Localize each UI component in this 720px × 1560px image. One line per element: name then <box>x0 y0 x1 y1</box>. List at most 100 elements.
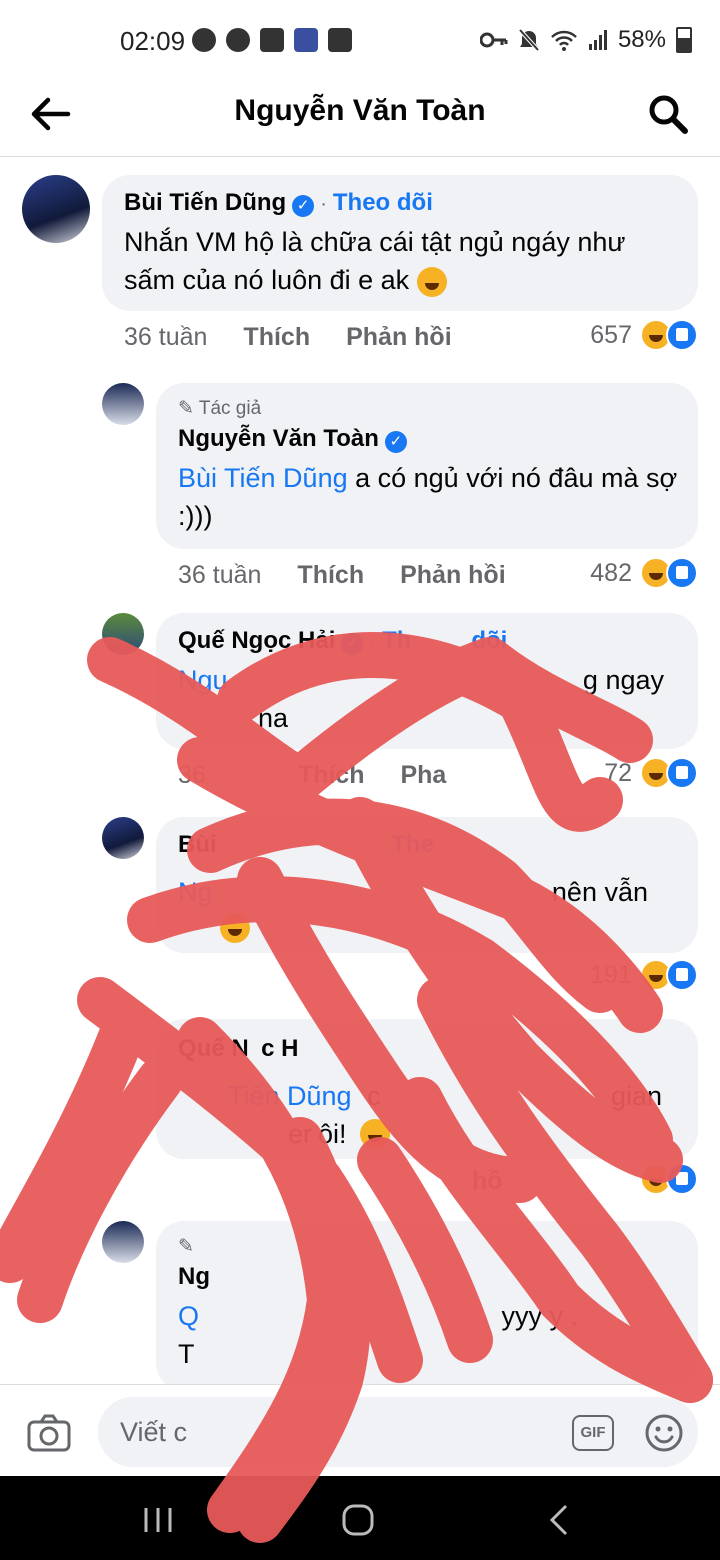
comment-text: Bùi Tiến Dũng a có ngủ với nó đâu mà sợ … <box>178 459 678 535</box>
author-tag: ✎ <box>178 1235 194 1258</box>
author-tag: ✎ Tác giả <box>178 397 261 420</box>
comment-actions: hồ <box>472 1167 503 1196</box>
notification-icon <box>192 28 216 52</box>
like-reaction-icon <box>666 1163 698 1195</box>
comment-reply: ✎ Tác giả Nguyễn Văn Toàn ✓ Bùi Tiến Dũng… <box>0 367 720 607</box>
like-button[interactable]: Thích <box>297 561 364 590</box>
recent-apps-icon[interactable] <box>140 1502 176 1538</box>
reply-button[interactable]: Phản hồi <box>346 323 452 352</box>
comment-list: Bùi Tiến Dũng ✓ · Theo dõi Nhắn VM hộ là ch… <box>0 157 720 1384</box>
comment-bubble: Bùi The Ng nên vẫn <box>156 817 698 953</box>
verified-badge-icon: ✓ <box>292 194 315 217</box>
comment-reply: Quế Ngọc Hải ✓ · Th dõi Ngu g ngay na 36 Thí… <box>0 607 720 807</box>
reaction-count: 657 <box>590 320 632 349</box>
like-reaction-icon <box>666 959 698 991</box>
laughing-emoji-icon <box>416 266 447 297</box>
notification-icon <box>260 28 284 52</box>
image-icon <box>328 28 352 52</box>
status-bar: 02:09 58% <box>0 0 720 80</box>
follow-button[interactable]: Th <box>382 627 411 654</box>
reaction-summary[interactable]: 482 <box>590 557 698 589</box>
comment-bubble: Bùi Tiến Dũng ✓ · Theo dõi Nhắn VM hộ là ch… <box>102 175 698 311</box>
follow-button[interactable]: Theo dõi <box>333 189 433 216</box>
comment-actions: 36 Thích Pha <box>178 761 446 790</box>
app-bar: Nguyễn Văn Toàn <box>0 80 720 157</box>
comment-text-line2b: ôi! <box>318 1119 347 1149</box>
camera-icon[interactable] <box>26 1413 72 1453</box>
home-icon[interactable] <box>340 1502 376 1538</box>
system-icons: 58% <box>479 26 692 54</box>
mention-link[interactable]: Ng <box>178 877 213 907</box>
notification-icon <box>226 28 250 52</box>
comment-reply: Bùi The Ng nên vẫn 191 <box>0 807 720 1007</box>
like-button[interactable]: Thích <box>243 323 310 352</box>
verified-badge-icon: ✓ <box>341 632 364 655</box>
commenter-name[interactable]: Bùi Tiến Dũng <box>124 189 286 216</box>
commenter-name[interactable]: Bùi <box>178 831 217 858</box>
comment-text: Q yyy y . T <box>178 1297 678 1377</box>
mention-link[interactable]: Q <box>178 1301 199 1331</box>
comment-text-line2: na <box>258 703 289 733</box>
comment-time: 36 <box>178 761 206 789</box>
commenter-name[interactable]: Quế N <box>178 1035 249 1062</box>
comment-bubble: ✎ Ng Q yyy y . T <box>156 1221 698 1384</box>
reaction-summary[interactable]: 657 <box>590 319 698 351</box>
commenter-name[interactable]: Quế Ngọc Hải <box>178 627 335 654</box>
commenter-name-tail: c H <box>261 1035 299 1062</box>
avatar[interactable] <box>102 817 144 859</box>
notification-icons <box>192 28 352 52</box>
system-nav-bar <box>0 1476 720 1560</box>
comment-actions: 36 tuần Thích Phản hồi <box>124 323 452 352</box>
comment-time: 36 tuần <box>178 561 262 589</box>
like-reaction-icon <box>666 319 698 351</box>
reply-button[interactable]: Pha <box>400 761 446 790</box>
battery-icon <box>676 27 692 53</box>
page-title: Nguyễn Văn Toàn <box>234 94 486 127</box>
verified-badge-icon: ✓ <box>384 430 407 453</box>
comment-text-end: nên vẫn <box>551 877 648 907</box>
reaction-count: 191 <box>590 960 632 989</box>
battery-percent: 58% <box>617 26 666 53</box>
author-tag-label: Tác giả <box>198 398 262 419</box>
comment-text: Ngu g ngay na <box>178 661 678 741</box>
comment-text: Tiến Dũng c gian er ôi! <box>178 1077 678 1157</box>
search-icon[interactable] <box>646 92 690 136</box>
reply-button[interactable]: Phản hồi <box>400 561 506 590</box>
reply-button[interactable]: hồ <box>472 1167 503 1196</box>
mute-icon <box>518 28 540 52</box>
pencil-icon: ✎ <box>178 1236 194 1257</box>
emoji-picker-icon[interactable] <box>644 1413 684 1453</box>
reaction-count: 72 <box>604 758 632 787</box>
avatar[interactable] <box>22 175 90 243</box>
reaction-summary[interactable] <box>640 1163 698 1195</box>
comment-reply: ✎ Ng Q yyy y . T <box>0 1207 720 1384</box>
comment-composer: GIF <box>0 1384 720 1477</box>
wifi-icon <box>551 30 577 51</box>
commenter-name[interactable]: Ng <box>178 1263 210 1290</box>
follow-button[interactable]: The <box>391 831 434 858</box>
gif-button[interactable]: GIF <box>572 1415 614 1451</box>
comment-text-content: Nhắn VM hộ là chữa cái tật ngủ ngáy như … <box>124 227 626 295</box>
notification-icon <box>294 28 318 52</box>
comment-bubble: Quế Ngọc Hải ✓ · Th dõi Ngu g ngay na <box>156 613 698 749</box>
like-button[interactable]: Thích <box>298 761 365 790</box>
mention-link[interactable]: Bùi Tiến Dũng <box>178 463 348 493</box>
commenter-name[interactable]: Nguyễn Văn Toàn <box>178 425 379 452</box>
mention-link[interactable]: Tiến Dũng <box>228 1081 352 1111</box>
pencil-icon: ✎ <box>178 398 194 419</box>
reaction-summary[interactable]: 72 <box>604 757 698 789</box>
separator-dot: · <box>320 193 327 215</box>
comment-reply: Quế N c H Tiến Dũng c gian er ôi! hồ <box>0 1007 720 1207</box>
reaction-summary[interactable]: 191 <box>590 959 698 991</box>
comment-time: 36 tuần <box>124 323 208 351</box>
back-nav-icon[interactable] <box>542 1502 578 1538</box>
mention-link[interactable]: Ngu <box>178 665 228 695</box>
avatar[interactable] <box>102 383 144 425</box>
status-time: 02:09 <box>120 26 186 56</box>
comment-text: Ng nên vẫn <box>178 873 678 953</box>
laughing-emoji-icon <box>360 1119 390 1149</box>
avatar[interactable] <box>102 1221 144 1263</box>
comment-text-end: g ngay <box>582 665 664 695</box>
avatar[interactable] <box>102 613 144 655</box>
comment-text-end: gian <box>610 1081 662 1111</box>
